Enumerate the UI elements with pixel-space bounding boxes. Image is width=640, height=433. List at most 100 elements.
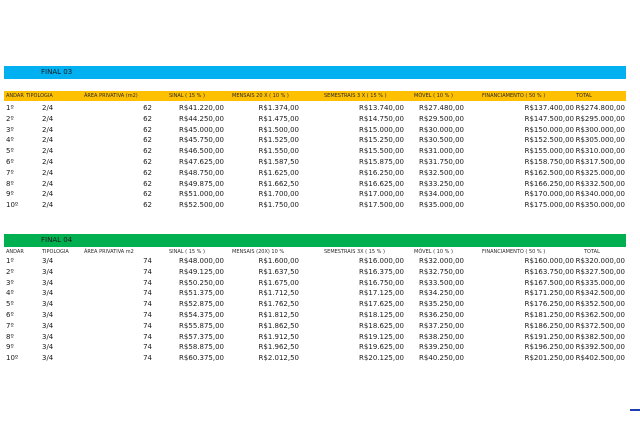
cell-total: R$332.500,00 xyxy=(575,179,625,188)
cell-area: 74 xyxy=(143,289,152,298)
cell-andar: 4º xyxy=(6,289,14,298)
cell-semestrais: R$17.500,00 xyxy=(359,201,404,210)
cell-mensais: R$1.962,50 xyxy=(258,343,300,352)
cell-andar: 1º xyxy=(6,104,14,112)
cell-mensais: R$1.762,50 xyxy=(258,300,300,309)
cell-tipologia: 2/4 xyxy=(42,104,54,112)
cell-movel: R$36.250,00 xyxy=(419,311,464,319)
cell-mensais: R$1.700,00 xyxy=(258,190,300,199)
cell-andar: 10º xyxy=(6,201,19,210)
cell-movel: R$40.250,00 xyxy=(419,354,464,363)
cell-andar: 8º xyxy=(6,179,14,188)
table-row: 6º 2/4 62 R$47.625,00 R$1.587,50 R$15.875,00 R… xyxy=(4,157,626,168)
cell-mensais: R$1.912,50 xyxy=(258,332,300,341)
header-financiamento: FINANCIAMENTO ( 50 % ) xyxy=(482,93,546,99)
table-row: 10º 2/4 62 R$52.500,00 R$1.750,00 R$17.500,00… xyxy=(4,200,626,211)
table-row: 7º 3/4 74 R$55.875,00 R$1.862,50 R$18.625,00 R… xyxy=(4,321,626,332)
cell-area: 74 xyxy=(143,278,152,287)
cell-sinal: R$49.125,00 xyxy=(179,267,224,276)
header-total: TOTAL xyxy=(576,93,592,99)
header-semestrais: SEMESTRAIS 3 X ( 15 % ) xyxy=(324,93,387,99)
cell-tipologia: 2/4 xyxy=(42,190,54,199)
table-row: 6º 3/4 74 R$54.375,00 R$1.812,50 R$18.125,00 R… xyxy=(4,310,626,321)
table-row: 4º 3/4 74 R$51.375,00 R$1.712,50 R$17.125,00 R… xyxy=(4,288,626,299)
cell-total: R$300.000,00 xyxy=(575,125,625,134)
cell-sinal: R$45.750,00 xyxy=(179,136,224,145)
cell-total: R$317.500,00 xyxy=(575,158,625,166)
cell-area: 74 xyxy=(143,321,152,330)
cell-total: R$340.000,00 xyxy=(575,190,625,199)
cell-semestrais: R$15.000,00 xyxy=(359,125,404,134)
cell-movel: R$35.250,00 xyxy=(419,300,464,309)
cell-mensais: R$1.750,00 xyxy=(258,201,300,210)
cell-andar: 3º xyxy=(6,278,14,287)
cell-tipologia: 2/4 xyxy=(42,125,54,134)
cell-movel: R$27.480,00 xyxy=(419,104,464,112)
cell-movel: R$34.000,00 xyxy=(419,190,464,199)
section-band-final-04: FINAL 04 xyxy=(4,234,626,247)
cell-movel: R$35.000,00 xyxy=(419,201,464,210)
cell-area: 74 xyxy=(143,267,152,276)
cell-andar: 6º xyxy=(6,158,14,166)
cell-sinal: R$58.875,00 xyxy=(179,343,224,352)
cell-total: R$362.500,00 xyxy=(575,311,625,319)
cell-mensais: R$1.675,00 xyxy=(258,278,300,287)
cell-semestrais: R$15.875,00 xyxy=(359,158,404,166)
cell-mensais: R$1.500,00 xyxy=(258,125,300,134)
table-row: 4º 2/4 62 R$45.750,00 R$1.525,00 R$15.250,00 R… xyxy=(4,135,626,146)
cell-mensais: R$1.374,00 xyxy=(258,104,300,112)
cell-movel: R$31.000,00 xyxy=(419,147,464,156)
header-movel: MÓVEL ( 10 % ) xyxy=(414,93,453,99)
cell-total: R$305.000,00 xyxy=(575,136,625,145)
cell-semestrais: R$16.750,00 xyxy=(359,278,404,287)
cell-andar: 6º xyxy=(6,311,14,319)
cell-area: 62 xyxy=(143,136,152,145)
cell-semestrais: R$17.000,00 xyxy=(359,190,404,199)
table-row: 8º 2/4 62 R$49.875,00 R$1.662,50 R$16.625,00 R… xyxy=(4,179,626,190)
cell-semestrais: R$18.625,00 xyxy=(359,321,404,330)
cell-semestrais: R$17.125,00 xyxy=(359,289,404,298)
table-row: 3º 2/4 62 R$45.000,00 R$1.500,00 R$15.000,00 R… xyxy=(4,125,626,136)
cell-andar: 7º xyxy=(6,321,14,330)
section-title: FINAL 04 xyxy=(41,236,73,244)
cell-sinal: R$52.875,00 xyxy=(179,300,224,309)
cell-mensais: R$1.475,00 xyxy=(258,114,300,123)
cell-area: 62 xyxy=(143,114,152,123)
cell-area: 62 xyxy=(143,125,152,134)
cell-sinal: R$44.250,00 xyxy=(179,114,224,123)
cell-total: R$310.000,00 xyxy=(575,147,625,156)
table-row: 5º 2/4 62 R$46.500,00 R$1.550,00 R$15.500,00 R… xyxy=(4,146,626,157)
cell-mensais: R$1.587,50 xyxy=(258,158,300,166)
column-header-row: ANDAR TIPOLOGIA ÁREA PRIVATIVA (m2) SINAL (… xyxy=(4,91,626,101)
cell-area: 74 xyxy=(143,343,152,352)
cell-tipologia: 2/4 xyxy=(42,168,54,177)
cell-area: 74 xyxy=(143,300,152,309)
cell-tipologia: 3/4 xyxy=(42,354,54,363)
cell-andar: 9º xyxy=(6,343,14,352)
cell-movel: R$32.500,00 xyxy=(419,168,464,177)
header-mensais: MENSAIS 20 X ( 10 % ) xyxy=(232,93,289,99)
cell-total: R$335.000,00 xyxy=(575,278,625,287)
cell-total: R$327.500,00 xyxy=(575,267,625,276)
cell-total: R$372.500,00 xyxy=(575,321,625,330)
cell-semestrais: R$17.625,00 xyxy=(359,300,404,309)
cell-movel: R$31.750,00 xyxy=(419,158,464,166)
cell-semestrais: R$20.125,00 xyxy=(359,354,404,363)
cell-area: 62 xyxy=(143,168,152,177)
cell-area: 62 xyxy=(143,104,152,112)
table-row: 1º 2/4 62 R$41.220,00 R$1.374,00 R$13.740,00 R… xyxy=(4,103,626,114)
cell-total: R$342.500,00 xyxy=(575,289,625,298)
cell-total: R$402.500,00 xyxy=(575,354,625,363)
cell-semestrais: R$14.750,00 xyxy=(359,114,404,123)
cell-mensais: R$1.525,00 xyxy=(258,136,300,145)
cell-area: 74 xyxy=(143,332,152,341)
header-sinal: SINAL ( 15 % ) xyxy=(169,93,205,99)
cell-andar: 8º xyxy=(6,332,14,341)
cell-total: R$320.000,00 xyxy=(575,257,625,265)
cell-semestrais: R$16.375,00 xyxy=(359,267,404,276)
cell-area: 62 xyxy=(143,147,152,156)
cell-tipologia: 3/4 xyxy=(42,257,54,265)
cell-andar: 3º xyxy=(6,125,14,134)
header-area: ÁREA PRIVATIVA (m2) xyxy=(84,93,138,99)
cell-total: R$274.800,00 xyxy=(575,104,625,112)
